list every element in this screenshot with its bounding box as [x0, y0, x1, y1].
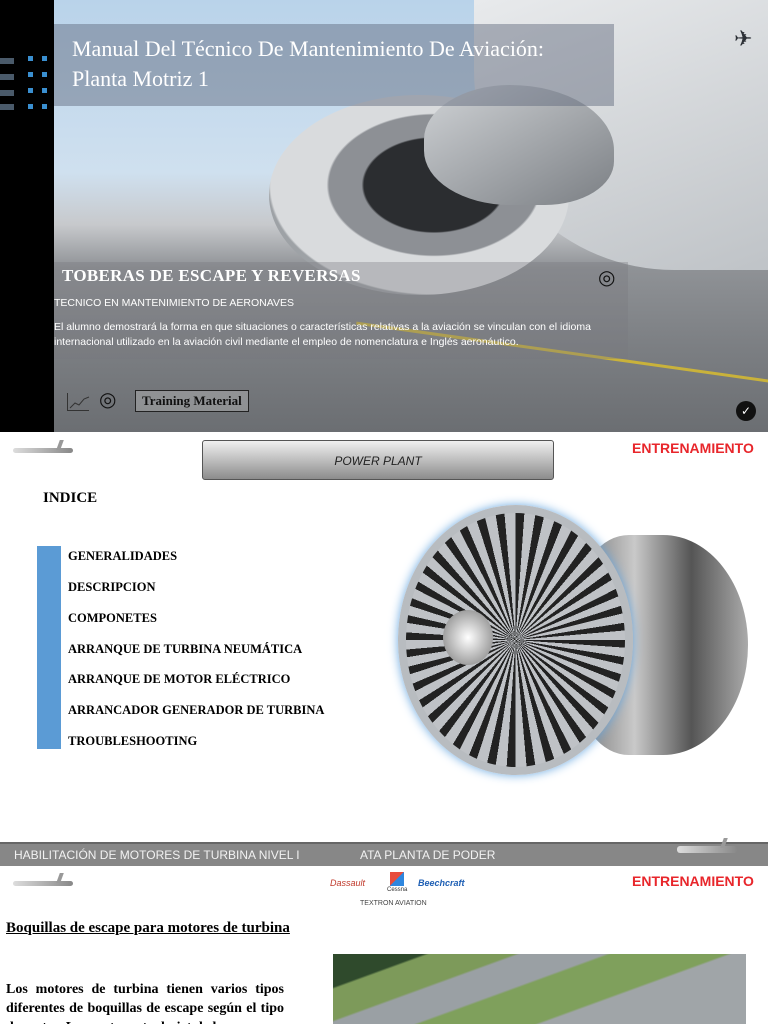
target-icon: ◎	[598, 267, 616, 289]
index-item: TROUBLESHOOTING	[68, 734, 198, 748]
textron-logo: TEXTRON AVIATION	[360, 900, 427, 907]
section-title: TOBERAS DE ESCAPE Y REVERSAS	[62, 266, 361, 285]
program-name: TECNICO EN MANTENIMIENTO DE AERONAVES	[54, 297, 294, 309]
index-item: ARRANCADOR GENERADOR DE TURBINA	[68, 703, 325, 717]
cessna-logo-mark	[390, 872, 404, 886]
body-paragraph: Los motores de turbina tienen varios tip…	[6, 982, 284, 1024]
cover-page: Manual Del Técnico De Mantenimiento De A…	[0, 0, 768, 432]
plane-image	[672, 838, 742, 858]
training-material-badge: Training Material	[135, 390, 249, 412]
cessna-logo-text: Cessna	[387, 887, 408, 893]
check-icon: ✓	[736, 401, 756, 421]
index-item: GENERALIDADES	[68, 549, 178, 563]
jet-logo	[8, 440, 78, 460]
footer-left: HABILITACIÓN DE MOTORES DE TURBINA NIVEL…	[14, 848, 300, 862]
index-accent-bar	[37, 546, 61, 749]
jet-logo	[8, 873, 78, 893]
turbofan-image	[398, 505, 750, 780]
dassault-logo: Dassault	[330, 878, 366, 888]
index-item: COMPONETES	[68, 611, 157, 625]
page-footer: HABILITACIÓN DE MOTORES DE TURBINA NIVEL…	[0, 838, 768, 866]
index-item: ARRANQUE DE TURBINA NEUMÁTICA	[68, 642, 303, 656]
index-title: INDICE	[43, 490, 98, 506]
target-icon: ◎	[99, 389, 117, 411]
power-plant-banner: POWER PLANT	[202, 440, 554, 480]
document-title: Manual Del Técnico De Mantenimiento De A…	[72, 36, 545, 91]
airplane-icon: ✈	[734, 26, 753, 51]
manufacturer-logos: Dassault Cessna Beechcraft TEXTRON AVIAT…	[330, 872, 470, 912]
aircraft-photo	[333, 954, 746, 1024]
footer-right: ATA PLANTA DE PODER	[360, 848, 496, 862]
index-item: DESCRIPCION	[68, 580, 156, 594]
section-heading: Boquillas de escape para motores de turb…	[6, 920, 290, 936]
index-item: ARRANQUE DE MOTOR ELÉCTRICO	[68, 672, 291, 686]
description: El alumno demostrará la forma en que sit…	[54, 321, 591, 348]
brand-label: ENTRENAMIENTO	[632, 873, 754, 889]
brand-label: ENTRENAMIENTO	[632, 440, 754, 456]
chart-icon	[67, 393, 90, 411]
beechcraft-logo: Beechcraft	[418, 878, 465, 888]
